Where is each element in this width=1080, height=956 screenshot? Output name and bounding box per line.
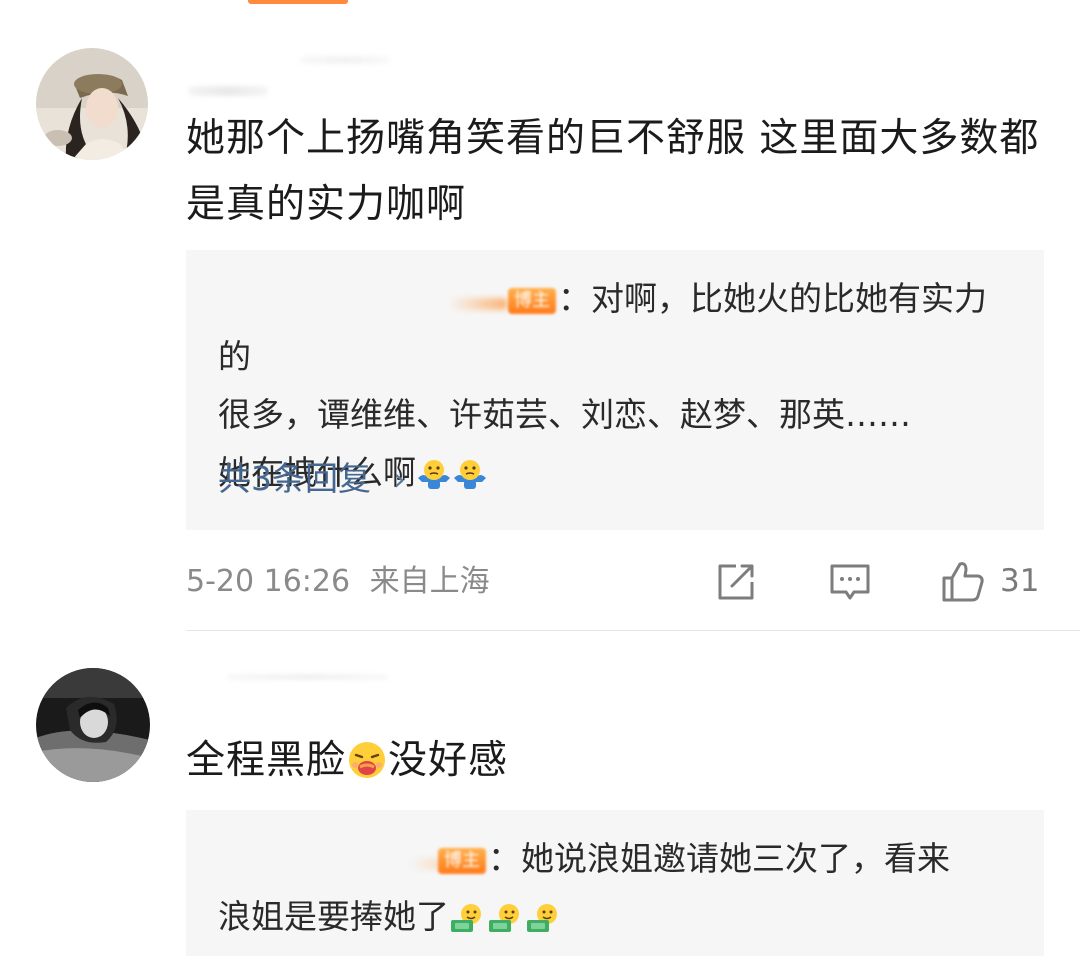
reply-preview[interactable]: 博主 ：对啊，比她火的比她有实力的 很多，谭维维、许茹芸、刘恋、赵梦、那英…… 她… — [186, 250, 1044, 530]
like-button[interactable]: 31 — [940, 558, 1039, 604]
reply-text-line: 浪姐是要捧她了 — [218, 897, 449, 936]
comment-text: 她那个上扬嘴角笑看的巨不舒服 这里面大多数都是真的实力咖啊 — [186, 116, 1040, 227]
reply-author[interactable]: 博主 — [338, 848, 488, 874]
avatar[interactable] — [36, 668, 150, 782]
comment-time: 5-20 16:26 — [186, 564, 351, 599]
username-decoration — [300, 56, 390, 64]
shrug-emoji — [452, 450, 488, 508]
comment-button[interactable] — [828, 560, 872, 604]
view-replies-link[interactable]: 共3条回复 › — [218, 454, 406, 504]
comment-location: 来自上海 — [369, 564, 490, 599]
reply-text-line: 很多，谭维维、许茹芸、刘恋、赵梦、那英…… — [218, 395, 911, 434]
view-replies-label: 共3条回复 — [218, 459, 371, 498]
avatar[interactable] — [36, 48, 148, 160]
reply-author[interactable]: 博主 — [388, 288, 558, 314]
comment-text: 全程黑脸 没好感 — [186, 728, 1046, 802]
vomit-emoji — [346, 736, 388, 802]
comment-text-part: 没好感 — [388, 738, 509, 783]
author-badge: 博主 — [508, 288, 556, 314]
reply-text: 博主 ：她说浪姐邀请她三次了，看来 浪姐是要捧她了 — [218, 830, 1018, 952]
reply-text-line: ：她说浪姐邀请她三次了，看来 — [488, 839, 950, 878]
money-emoji — [525, 894, 563, 952]
comment-item: 她那个上扬嘴角笑看的巨不舒服 这里面大多数都是真的实力咖啊 博主 ：对啊，比她火的… — [0, 0, 1080, 632]
username[interactable] — [188, 86, 268, 96]
username[interactable] — [228, 674, 388, 680]
share-button[interactable] — [714, 560, 758, 604]
comment-meta: 5-20 16:26 来自上海 — [186, 562, 490, 602]
share-icon — [718, 564, 754, 600]
reply-text-line: ：对啊，比她火的比她有实力的 — [218, 279, 987, 376]
shrug-emoji — [416, 450, 452, 508]
comment-text-part: 全程黑脸 — [186, 738, 347, 783]
money-emoji — [487, 894, 525, 952]
like-count: 31 — [1000, 563, 1040, 599]
divider — [186, 630, 1080, 631]
thumbs-up-icon — [942, 562, 984, 602]
reply-preview[interactable]: 博主 ：她说浪姐邀请她三次了，看来 浪姐是要捧她了 — [186, 810, 1044, 956]
author-badge: 博主 — [438, 848, 486, 874]
comment-item: 全程黑脸 没好感 博主 ：她说浪姐邀请她三次了，看来 浪姐是要捧她了 — [0, 632, 1080, 956]
chevron-right-icon: › — [393, 460, 406, 498]
comment-icon — [830, 564, 870, 600]
money-emoji — [449, 894, 487, 952]
